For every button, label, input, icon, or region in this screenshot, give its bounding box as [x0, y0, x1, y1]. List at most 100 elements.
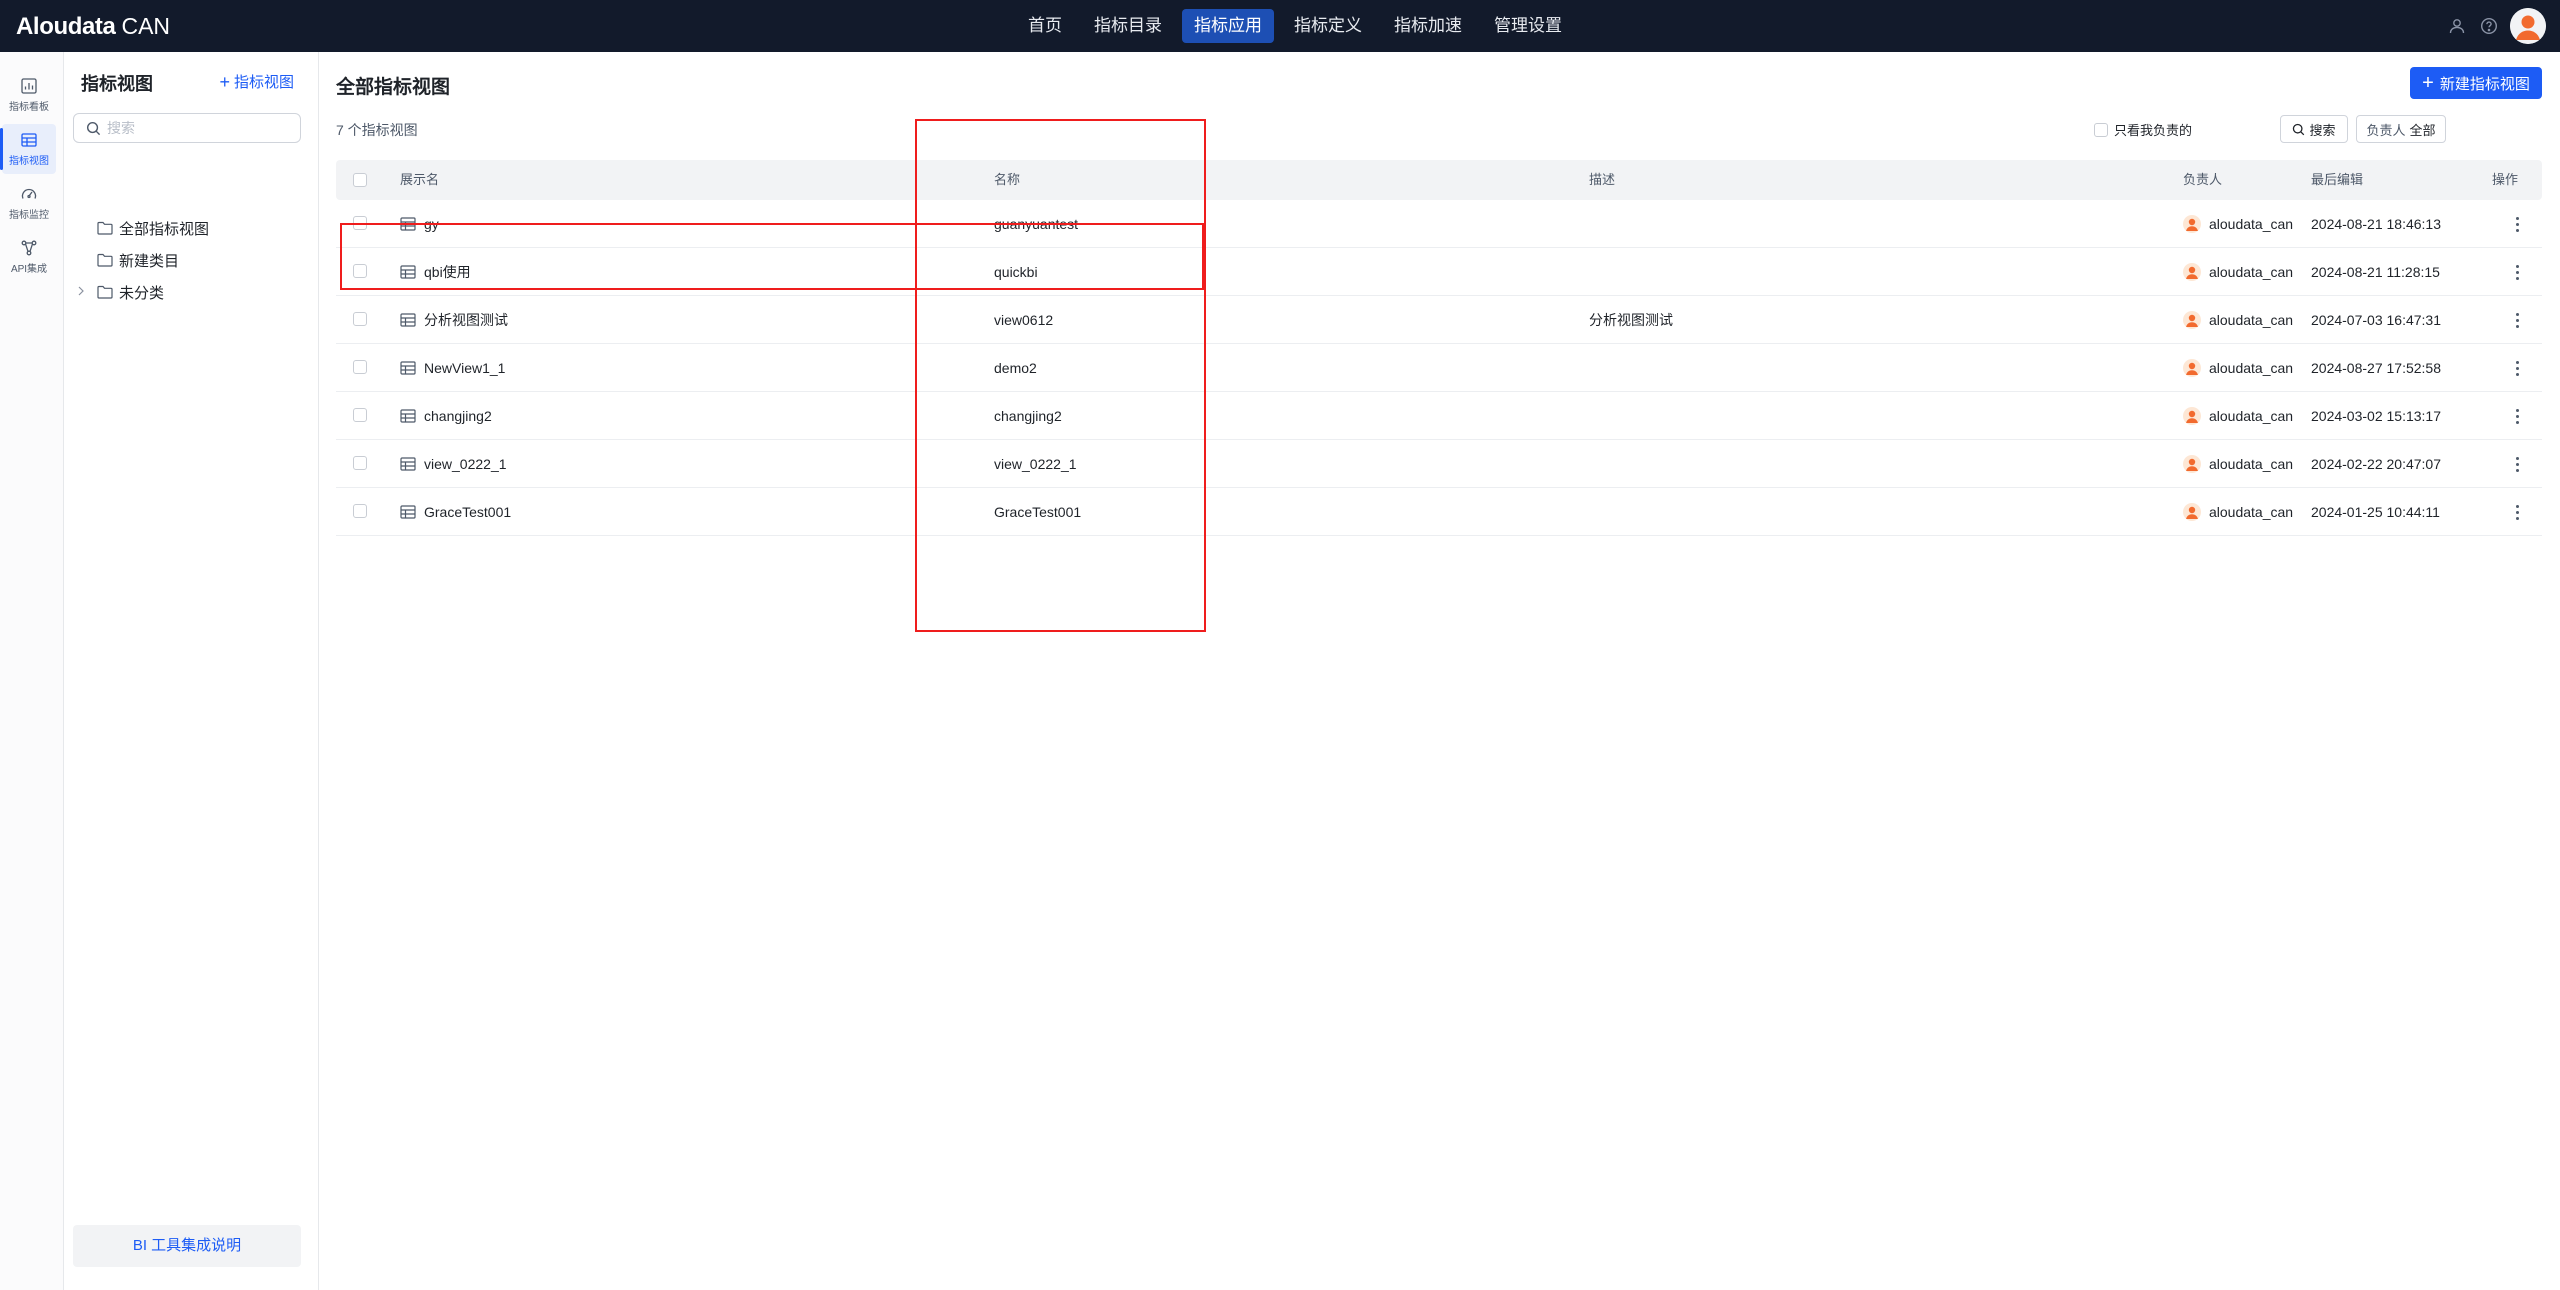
rail-label-metric-monitor: 指标监控: [9, 210, 49, 221]
checkbox[interactable]: [2094, 122, 2108, 137]
col-actions: 操作: [2492, 172, 2519, 187]
table-icon: [400, 217, 416, 231]
logo-suffix: CAN: [121, 13, 171, 39]
only-mine-checkbox[interactable]: 只看我负责的: [2094, 120, 2192, 139]
main-nav: 首页 指标目录 指标应用 指标定义 指标加速 管理设置: [1016, 9, 1582, 43]
last-edited-cell: 2024-08-21 18:46:13: [2311, 216, 2441, 232]
table-row[interactable]: NewView1_1 demo2 aloudata_can 2024-08-27…: [336, 344, 2542, 392]
more-actions-icon[interactable]: [2507, 213, 2527, 235]
table-row[interactable]: 分析视图测试 view0612 分析视图测试 aloudata_can 2024…: [336, 296, 2542, 344]
display-name-text: changjing2: [424, 408, 492, 424]
tree-label: 全部指标视图: [119, 220, 210, 238]
top-navigation-bar: Aloudata CAN 首页 指标目录 指标应用 指标定义 指标加速 管理设置: [0, 0, 2560, 52]
col-description[interactable]: 描述: [1589, 160, 1615, 200]
table-row[interactable]: qbi使用 quickbi aloudata_can 2024-08-21 11…: [336, 248, 2542, 296]
bi-integration-help-button[interactable]: BI 工具集成说明: [73, 1225, 301, 1267]
last-edited-cell: 2024-02-22 20:47:07: [2311, 456, 2441, 472]
gauge-icon: [21, 188, 37, 199]
new-metric-view-button[interactable]: + 新建指标视图: [2410, 67, 2542, 99]
last-edited-cell: 2024-08-21 11:28:15: [2311, 264, 2440, 280]
table-icon: [400, 409, 416, 423]
add-view-button[interactable]: + 指标视图: [219, 71, 294, 92]
last-edited-cell: 2024-01-25 10:44:11: [2311, 504, 2440, 520]
table-row[interactable]: gy guanyuantest aloudata_can 2024-08-21 …: [336, 200, 2542, 248]
owner-name: aloudata_can: [2209, 504, 2294, 520]
owner-filter[interactable]: 负责人 全部: [2356, 115, 2446, 143]
row-checkbox[interactable]: [353, 456, 367, 470]
owner-avatar: [2183, 455, 2201, 473]
display-name-text: gy: [424, 216, 439, 232]
rail-item-metric-monitor[interactable]: 指标监控: [2, 178, 56, 228]
table-row[interactable]: view_0222_1 view_0222_1 aloudata_can 202…: [336, 440, 2542, 488]
rail-item-metric-view[interactable]: 指标视图: [0, 124, 56, 174]
owner-cell: aloudata_can: [2183, 392, 2293, 440]
row-checkbox[interactable]: [353, 408, 367, 422]
more-actions-icon[interactable]: [2507, 309, 2527, 331]
rail-item-api-integration[interactable]: API集成: [2, 232, 56, 282]
nav-metric-catalog[interactable]: 指标目录: [1082, 9, 1174, 43]
col-last-edited[interactable]: 最后编辑: [2311, 160, 2363, 200]
owner-avatar: [2183, 311, 2201, 329]
app-logo[interactable]: Aloudata CAN: [16, 12, 170, 40]
search-button-label: 搜索: [2309, 122, 2336, 138]
tree-item-all-views[interactable]: 全部指标视图: [64, 213, 319, 243]
help-icon[interactable]: [2478, 15, 2500, 37]
row-checkbox[interactable]: [353, 264, 367, 278]
nav-metric-definition[interactable]: 指标定义: [1282, 9, 1374, 43]
top-right-tools: [2446, 8, 2546, 44]
owner-cell: aloudata_can: [2183, 440, 2293, 488]
display-name-cell[interactable]: qbi使用: [400, 248, 471, 296]
chevron-right-icon[interactable]: [77, 285, 89, 299]
display-name-cell[interactable]: GraceTest001: [400, 488, 511, 536]
display-name-text: 分析视图测试: [424, 312, 508, 328]
name-cell: GraceTest001: [994, 504, 1082, 520]
nav-metric-acceleration[interactable]: 指标加速: [1382, 9, 1474, 43]
col-owner[interactable]: 负责人: [2183, 160, 2222, 200]
col-name[interactable]: 名称: [994, 160, 1020, 200]
select-all-checkbox[interactable]: [353, 173, 367, 187]
panel-title: 指标视图: [81, 74, 153, 94]
more-actions-icon[interactable]: [2507, 261, 2527, 283]
more-actions-icon[interactable]: [2507, 501, 2527, 523]
more-actions-icon[interactable]: [2507, 405, 2527, 427]
tree-item-uncategorized[interactable]: 未分类: [64, 277, 319, 307]
tree-item-new-category[interactable]: 新建类目: [64, 245, 319, 275]
col-display-name[interactable]: 展示名: [400, 160, 439, 200]
tree-search-input[interactable]: [107, 120, 287, 136]
name-cell: changjing2: [994, 408, 1062, 424]
display-name-cell[interactable]: gy: [400, 200, 439, 248]
display-name-cell[interactable]: 分析视图测试: [400, 296, 508, 344]
row-checkbox[interactable]: [353, 312, 367, 326]
display-name-cell[interactable]: view_0222_1: [400, 440, 507, 488]
row-checkbox[interactable]: [353, 216, 367, 230]
owner-name: aloudata_can: [2209, 408, 2294, 424]
owner-avatar: [2183, 359, 2201, 377]
api-icon: [21, 240, 37, 256]
table-icon: [400, 361, 416, 375]
logo-brand: Aloudata: [16, 13, 116, 40]
user-manage-icon[interactable]: [2446, 15, 2468, 37]
row-checkbox[interactable]: [353, 360, 367, 374]
more-actions-icon[interactable]: [2507, 453, 2527, 475]
user-avatar[interactable]: [2510, 8, 2546, 44]
display-name-cell[interactable]: changjing2: [400, 392, 492, 440]
nav-home[interactable]: 首页: [1016, 9, 1074, 43]
more-actions-icon[interactable]: [2507, 357, 2527, 379]
table-row[interactable]: GraceTest001 GraceTest001 aloudata_can 2…: [336, 488, 2542, 536]
only-mine-label: 只看我负责的: [2114, 123, 2193, 138]
owner-cell: aloudata_can: [2183, 248, 2293, 296]
row-checkbox[interactable]: [353, 504, 367, 518]
table-icon: [400, 457, 416, 471]
display-name-cell[interactable]: NewView1_1: [400, 344, 505, 392]
owner-cell: aloudata_can: [2183, 488, 2293, 536]
main-content: 全部指标视图 + 新建指标视图 7 个指标视图 搜索 负责人 全部 只看我负责的…: [320, 52, 2560, 1290]
nav-admin-settings[interactable]: 管理设置: [1482, 9, 1574, 43]
table-row[interactable]: changjing2 changjing2 aloudata_can 2024-…: [336, 392, 2542, 440]
search-button[interactable]: 搜索: [2280, 115, 2348, 143]
rail-item-dashboard[interactable]: 指标看板: [2, 70, 56, 120]
owner-name: aloudata_can: [2209, 360, 2294, 376]
view-count: 7 个指标视图: [336, 122, 418, 138]
nav-metric-application[interactable]: 指标应用: [1182, 9, 1274, 43]
metric-view-table: 展示名 名称 描述 负责人 最后编辑 操作 gy guanyuantest al…: [336, 160, 2542, 536]
table-view-icon: [21, 133, 37, 147]
